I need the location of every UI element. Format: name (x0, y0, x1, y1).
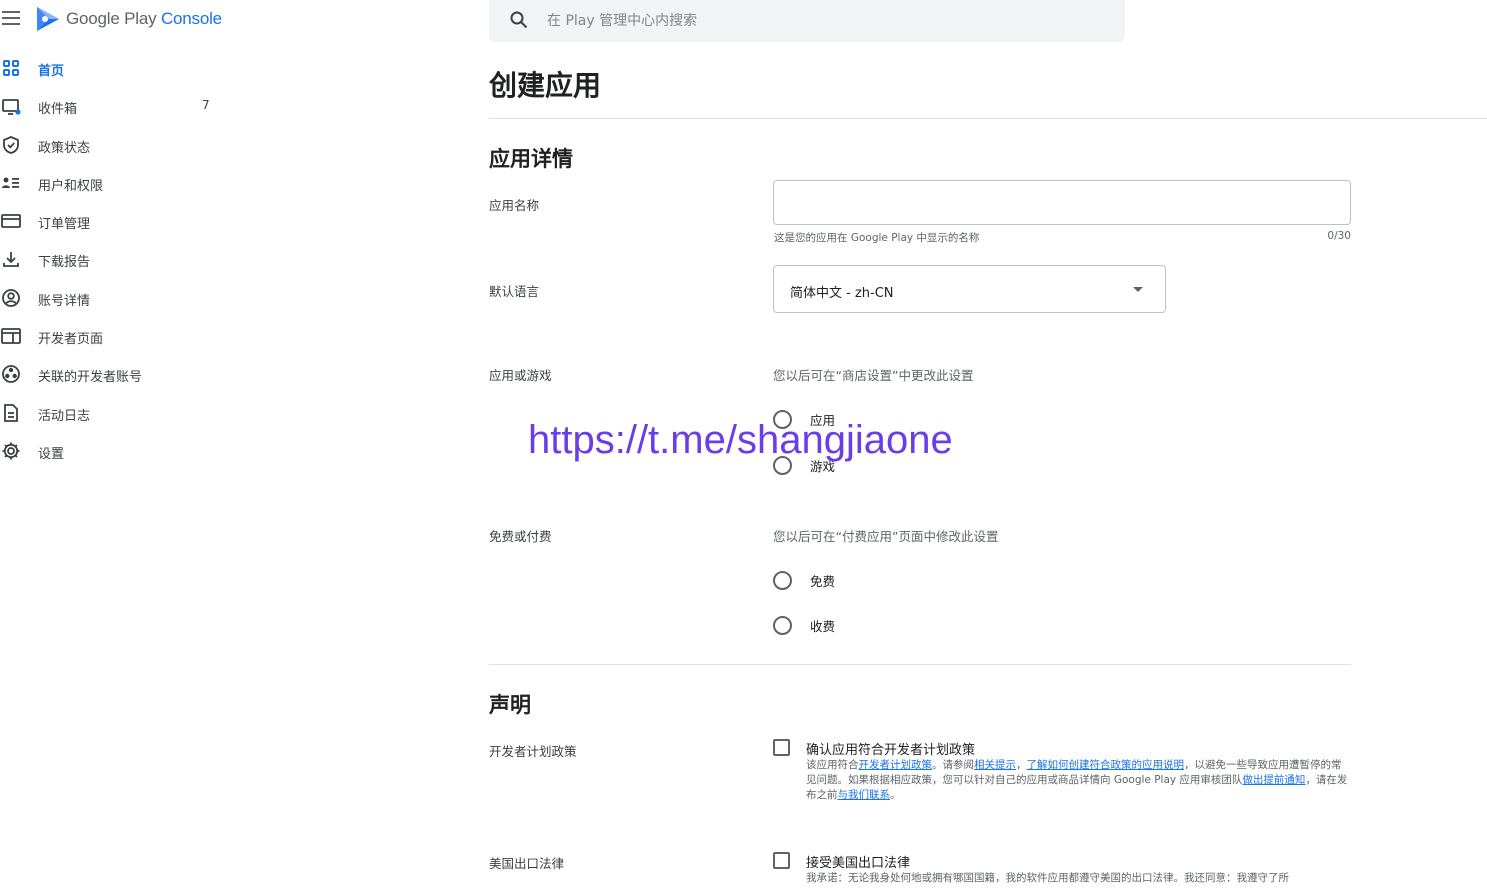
web-icon (1, 326, 21, 346)
radio-free-option[interactable]: 免费 (773, 569, 835, 591)
related-tips-link[interactable]: 相关提示 (974, 759, 1016, 771)
sidebar-item-label: 政策状态 (38, 140, 91, 156)
sidebar-item-label: 用户和权限 (38, 178, 104, 194)
caret-down-icon (1133, 287, 1143, 292)
developer-policy-link[interactable]: 开发者计划政策 (859, 759, 933, 771)
us-export-description: 我承诺：无论我身处何地或拥有哪国国籍，我的软件应用都遵守美国的出口法律。我还同意… (806, 872, 1289, 884)
app-name-label: 应用名称 (489, 198, 540, 213)
us-export-checkbox-label[interactable]: 接受美国出口法律 (806, 852, 910, 871)
gear-icon (1, 441, 21, 461)
download-icon (1, 249, 21, 269)
sidebar-item-label: 开发者页面 (38, 332, 104, 348)
app-or-game-label: 应用或游戏 (489, 368, 552, 383)
default-language-label: 默认语言 (489, 284, 540, 299)
sidebar-item-label: 首页 (38, 64, 65, 79)
contact-us-link[interactable]: 与我们联系 (838, 789, 891, 801)
developer-policy-label: 开发者计划政策 (489, 744, 577, 759)
app-name-input[interactable] (773, 180, 1351, 225)
advance-notice-link[interactable]: 做出提前通知 (1242, 774, 1305, 786)
free-or-paid-label: 免费或付费 (489, 529, 552, 544)
document-icon (1, 403, 21, 423)
section-title-declarations: 声明 (489, 693, 531, 717)
desc-text: 该应用符合 (806, 759, 859, 771)
sidebar-item-label: 关联的开发者账号 (38, 370, 143, 386)
shield-check-icon (1, 135, 21, 155)
search-icon[interactable] (509, 10, 529, 30)
title-divider (489, 118, 1487, 119)
us-export-label: 美国出口法律 (489, 856, 565, 871)
radio-paid-option[interactable]: 收费 (773, 614, 835, 636)
linked-accounts-icon (1, 364, 21, 384)
dashboard-icon (1, 58, 21, 78)
app-name-counter: 0/30 (1327, 230, 1351, 242)
free-or-paid-note: 您以后可在“付费应用”页面中修改此设置 (773, 529, 999, 544)
default-language-select[interactable]: 简体中文 - zh-CN (773, 265, 1166, 313)
sidebar-item-label: 账号详情 (38, 293, 91, 309)
sidebar-item-account-details[interactable]: 账号详情 (0, 279, 240, 317)
sidebar-item-policy-status[interactable]: 政策状态 (0, 126, 240, 164)
radio-button[interactable] (773, 615, 792, 635)
account-circle-icon (1, 288, 21, 308)
us-export-declaration: 接受美国出口法律 我承诺：无论我身处何地或拥有哪国国籍，我的软件应用都遵守美国的… (773, 852, 1353, 889)
desc-text: 。 (890, 789, 901, 801)
watermark-text: https://t.me/shangjiaone (528, 418, 953, 462)
section-divider (489, 664, 1351, 665)
search-input[interactable] (547, 8, 1107, 34)
sidebar-item-label: 收件箱 (38, 102, 78, 118)
logo-text-console: Console (160, 9, 222, 28)
radio-label: 免费 (810, 573, 836, 589)
sidebar-item-home[interactable]: 首页 (0, 49, 240, 87)
inbox-count-badge: 7 (202, 98, 210, 113)
sidebar-item-download-reports[interactable]: 下载报告 (0, 240, 240, 278)
radio-label: 收费 (810, 618, 836, 634)
menu-icon[interactable] (2, 11, 20, 27)
credit-card-icon (1, 211, 21, 231)
developer-policy-checkbox-label[interactable]: 确认应用符合开发者计划政策 (806, 739, 975, 758)
sidebar-item-settings[interactable]: 设置 (0, 432, 240, 470)
users-icon (1, 173, 21, 193)
sidebar-item-label: 下载报告 (38, 255, 91, 271)
sidebar: Google Play Console 首页 收件箱 7 政策状态 用户和权限 … (0, 0, 240, 889)
logo-text-google-play: Google Play (66, 9, 157, 28)
sidebar-item-label: 订单管理 (38, 217, 91, 233)
app-or-game-note: 您以后可在“商店设置”中更改此设置 (773, 368, 974, 383)
sidebar-item-inbox[interactable]: 收件箱 7 (0, 87, 240, 125)
app-name-helper: 这是您的应用在 Google Play 中显示的名称 (774, 232, 980, 244)
sidebar-nav: 首页 收件箱 7 政策状态 用户和权限 订单管理 下载报告 账号详情 开发者页面… (0, 49, 240, 470)
developer-policy-checkbox[interactable] (773, 739, 790, 756)
inbox-icon (1, 96, 21, 116)
sidebar-item-label: 设置 (38, 446, 65, 462)
sidebar-item-linked-developer-accounts[interactable]: 关联的开发者账号 (0, 355, 240, 393)
desc-text: ， (1016, 759, 1027, 771)
sidebar-item-label: 活动日志 (38, 408, 91, 424)
policy-compliant-description-link[interactable]: 了解如何创建符合政策的应用说明 (1027, 759, 1185, 771)
sidebar-item-order-management[interactable]: 订单管理 (0, 202, 240, 240)
sidebar-item-activity-log[interactable]: 活动日志 (0, 394, 240, 432)
us-export-checkbox[interactable] (773, 852, 790, 869)
sidebar-item-users-permissions[interactable]: 用户和权限 (0, 164, 240, 202)
desc-text: 。请参阅 (932, 759, 974, 771)
developer-policy-description: 该应用符合开发者计划政策。请参阅相关提示，了解如何创建符合政策的应用说明，以避免… (806, 758, 1351, 803)
page-title: 创建应用 (489, 69, 602, 102)
section-title-app-details: 应用详情 (489, 147, 573, 171)
developer-policy-declaration: 确认应用符合开发者计划政策 该应用符合开发者计划政策。请参阅相关提示，了解如何创… (773, 739, 1353, 809)
sidebar-item-developer-page[interactable]: 开发者页面 (0, 317, 240, 355)
radio-button[interactable] (773, 570, 792, 590)
search-bar (489, 0, 1125, 42)
play-console-logo[interactable]: Google Play Console (36, 6, 222, 32)
play-logo-icon (37, 7, 59, 31)
default-language-value: 简体中文 - zh-CN (790, 286, 894, 301)
